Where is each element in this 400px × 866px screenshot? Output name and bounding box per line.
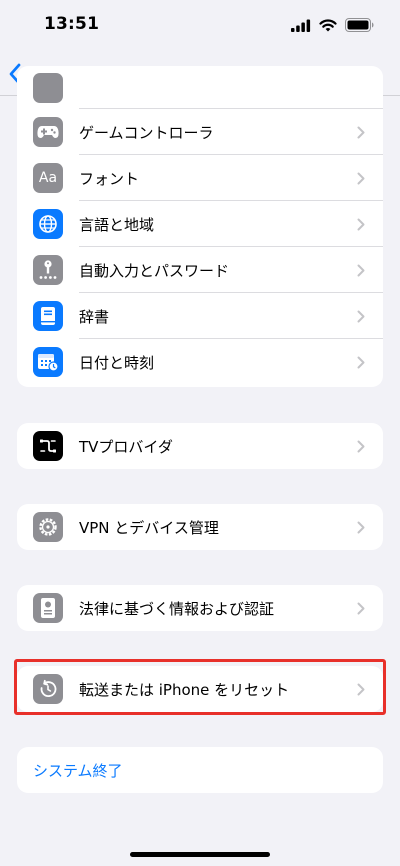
list-item-label: 転送または iPhone をリセット [79, 680, 290, 699]
globe-icon [33, 209, 63, 239]
list-item-font[interactable]: Aa フォント [17, 155, 383, 201]
chevron-right-icon [357, 521, 365, 534]
list-item-label: ゲームコントローラ [79, 123, 214, 142]
chevron-right-icon [357, 126, 365, 139]
chevron-right-icon [357, 356, 365, 369]
font-icon: Aa [33, 163, 63, 193]
partial-icon [33, 72, 63, 103]
list-item-label: VPN とデバイス管理 [79, 518, 219, 537]
list-item-dictionary[interactable]: 辞書 [17, 293, 383, 339]
list-item-game-controller[interactable]: ゲームコントローラ [17, 109, 383, 155]
chevron-right-icon [357, 218, 365, 231]
list-item-language-region[interactable]: 言語と地域 [17, 201, 383, 247]
tv-provider-icon [33, 431, 63, 461]
status-icons [291, 18, 374, 32]
key-icon [33, 255, 63, 285]
list-item-legal-regulatory[interactable]: 法律に基づく情報および認証 [17, 585, 383, 631]
settings-group-legal: 法律に基づく情報および認証 [17, 585, 383, 631]
certificate-icon [33, 593, 63, 623]
list-item-label: 辞書 [79, 307, 110, 326]
cellular-signal-icon [291, 19, 311, 32]
chevron-right-icon [357, 172, 365, 185]
chevron-right-icon [357, 683, 365, 696]
list-item-cutoff[interactable] [17, 66, 383, 109]
list-item-autofill-passwords[interactable]: 自動入力とパスワード [17, 247, 383, 293]
chevron-right-icon [357, 264, 365, 277]
settings-group-vpn: VPN とデバイス管理 [17, 504, 383, 550]
chevron-right-icon [357, 602, 365, 615]
list-item-label: フォント [79, 169, 140, 188]
home-indicator [130, 852, 270, 857]
gear-icon [33, 512, 63, 542]
list-item-label: 自動入力とパスワード [79, 261, 230, 280]
chevron-right-icon [357, 310, 365, 323]
list-item-label: 言語と地域 [79, 215, 155, 234]
shutdown-button[interactable]: システム終了 [17, 747, 383, 793]
status-time: 13:51 [44, 14, 100, 34]
settings-group-reset: 転送または iPhone をリセット [17, 666, 383, 712]
calendar-clock-icon [33, 347, 63, 377]
list-item-vpn-device-management[interactable]: VPN とデバイス管理 [17, 504, 383, 550]
shutdown-label: システム終了 [33, 761, 123, 780]
list-item-label: TVプロバイダ [79, 437, 173, 456]
list-item-tv-provider[interactable]: TVプロバイダ [17, 423, 383, 469]
list-item-transfer-reset-iphone[interactable]: 転送または iPhone をリセット [17, 666, 383, 712]
book-icon [33, 301, 63, 331]
settings-group-tv: TVプロバイダ [17, 423, 383, 469]
list-item-label: 日付と時刻 [79, 353, 155, 372]
battery-icon [345, 18, 374, 32]
chevron-right-icon [357, 440, 365, 453]
list-item-date-time[interactable]: 日付と時刻 [17, 339, 383, 385]
status-bar: 13:51 [0, 0, 400, 52]
settings-group-shutdown: システム終了 [17, 747, 383, 793]
list-item-label: 法律に基づく情報および認証 [79, 599, 275, 618]
reset-icon [33, 674, 63, 704]
settings-group-general: ゲームコントローラ Aa フォント 言語と地域 自動入力とパスワード 辞書 日付… [17, 66, 383, 387]
wifi-icon [319, 18, 337, 31]
gamepad-icon [33, 117, 63, 147]
